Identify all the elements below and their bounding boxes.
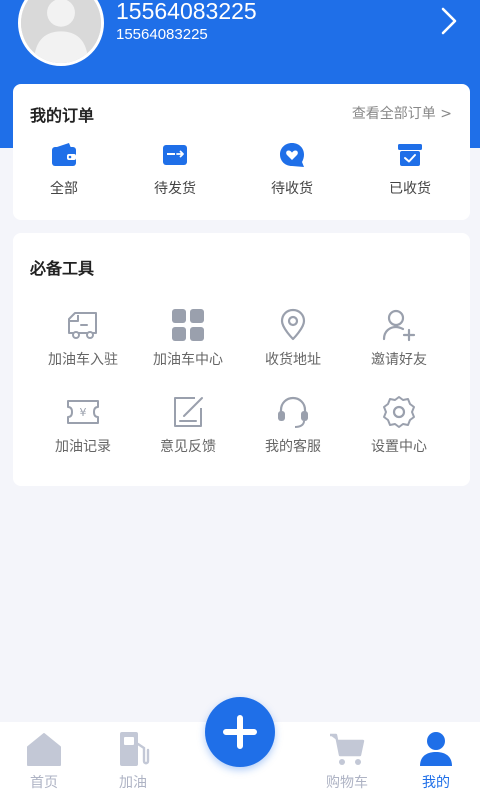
truck-icon	[68, 312, 97, 339]
edit-note-icon	[174, 397, 203, 427]
tab-cart[interactable]: 购物车	[307, 730, 387, 794]
yen-ticket-icon: ¥	[67, 400, 99, 424]
wallet-icon	[52, 143, 76, 166]
headset-icon	[278, 396, 308, 428]
tab-cart-label: 购物车	[326, 775, 368, 791]
order-pending-receipt-label: 待收货	[271, 181, 313, 197]
box-check-icon	[398, 144, 422, 166]
order-pending-shipment-button[interactable]: 待发货	[125, 142, 225, 204]
tool-fuel-truck-center[interactable]: 加油车中心	[135, 307, 241, 379]
tool-feedback[interactable]: 意见反馈	[135, 394, 241, 466]
order-pending-shipment-label: 待发货	[154, 181, 196, 197]
tool-fuel-truck-center-label: 加油车中心	[153, 352, 223, 368]
gear-icon	[383, 396, 415, 428]
tab-fuel-label: 加油	[119, 775, 147, 791]
tab-mine-label: 我的	[422, 775, 450, 791]
tab-home-label: 首页	[30, 775, 58, 791]
grid-icon	[172, 309, 204, 341]
tools-title: 必备工具	[30, 259, 95, 278]
tab-home[interactable]: 首页	[4, 730, 84, 794]
shopping-cart-icon	[330, 733, 365, 765]
view-all-orders-link[interactable]: 查看全部订单 >	[352, 103, 452, 123]
tool-invite-friends[interactable]: 邀请好友	[346, 307, 452, 379]
tab-fuel[interactable]: 加油	[93, 730, 173, 794]
tool-invite-friends-label: 邀请好友	[371, 352, 427, 368]
tool-fuel-truck-join-label: 加油车入驻	[48, 352, 118, 368]
tool-shipping-address-label: 收货地址	[265, 352, 321, 368]
tool-fuel-records-label: 加油记录	[55, 439, 111, 455]
tool-shipping-address[interactable]: 收货地址	[240, 307, 346, 379]
tool-feedback-label: 意见反馈	[160, 439, 216, 455]
user-avatar-icon	[21, 0, 101, 63]
orders-card: 我的订单 查看全部订单 > 全部 待发货 待收货 已收货	[13, 84, 470, 220]
chevron-right-icon[interactable]	[438, 6, 460, 36]
heart-chat-icon	[280, 143, 304, 167]
add-user-icon	[382, 309, 416, 342]
add-button[interactable]	[205, 697, 275, 767]
user-profile-icon	[420, 732, 452, 766]
plus-icon	[223, 715, 257, 749]
tools-card: 必备工具 加油车入驻 加油车中心 收货地址 邀请好友 ¥ 加油记录 意见反馈 我…	[13, 233, 470, 486]
fuel-pump-icon	[120, 732, 150, 766]
tool-settings-label: 设置中心	[371, 439, 427, 455]
orders-title: 我的订单	[30, 106, 95, 125]
location-pin-icon	[280, 308, 306, 341]
user-name: 15564083225	[116, 0, 257, 24]
tool-customer-service[interactable]: 我的客服	[240, 394, 346, 466]
shipping-card-icon	[163, 145, 187, 165]
order-received-label: 已收货	[389, 181, 431, 197]
svg-text:¥: ¥	[80, 406, 87, 419]
order-received-button[interactable]: 已收货	[360, 142, 460, 204]
tool-fuel-truck-join[interactable]: 加油车入驻	[30, 307, 136, 379]
order-all-label: 全部	[50, 181, 78, 197]
user-phone: 15564083225	[116, 26, 208, 43]
tool-customer-service-label: 我的客服	[265, 439, 321, 455]
tool-settings[interactable]: 设置中心	[346, 394, 452, 466]
home-icon	[27, 733, 61, 766]
order-pending-receipt-button[interactable]: 待收货	[242, 142, 342, 204]
tool-fuel-records[interactable]: ¥ 加油记录	[30, 394, 136, 466]
order-all-button[interactable]: 全部	[14, 142, 114, 204]
tab-mine[interactable]: 我的	[396, 730, 476, 794]
